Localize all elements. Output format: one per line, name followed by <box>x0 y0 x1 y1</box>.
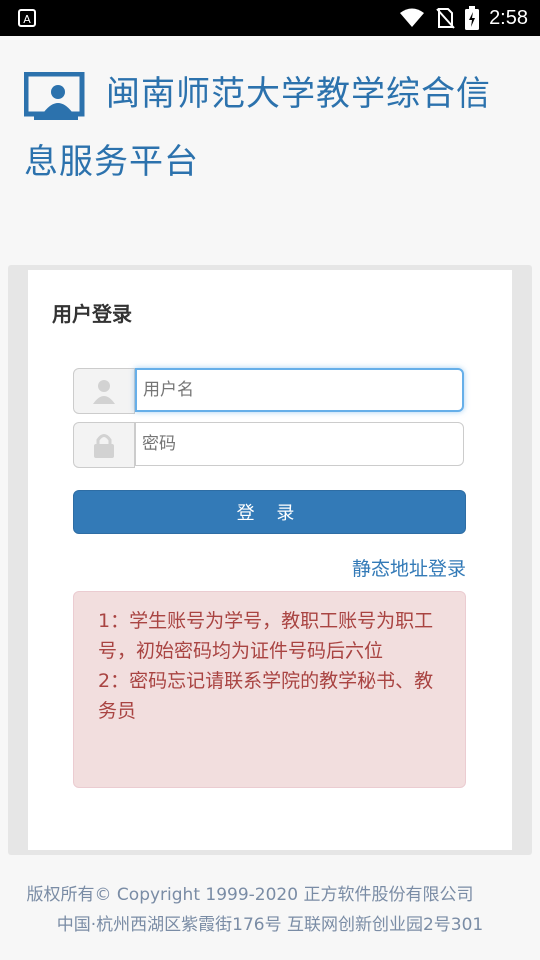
login-title: 用户登录 <box>52 302 132 326</box>
status-bar: A 2:58 <box>0 0 540 36</box>
user-icon <box>73 368 135 414</box>
a-icon: A <box>18 9 36 27</box>
password-input[interactable] <box>135 422 464 466</box>
username-input[interactable] <box>135 368 464 412</box>
footer-address: 中国·杭州西湖区紫霞街176号 互联网创新创业园2号301 <box>56 915 484 935</box>
password-group <box>73 422 466 468</box>
svg-text:A: A <box>23 13 31 26</box>
page-title: 闽南师范大学教学综合信息服务平台 <box>24 74 491 182</box>
notice-alert: 1：学生账号为学号，教职工账号为职工号，初始密码均为证件号码后六位 2：密码忘记… <box>73 591 466 788</box>
login-button[interactable]: 登 录 <box>73 490 466 534</box>
no-sim-icon <box>436 8 455 29</box>
battery-icon <box>465 6 480 30</box>
status-time: 2:58 <box>489 6 528 29</box>
notice-line: 2：密码忘记请联系学院的教学秘书、教务员 <box>98 670 434 722</box>
lock-icon <box>73 422 135 468</box>
wifi-icon <box>400 8 425 27</box>
notice-line: 1：学生账号为学号，教职工账号为职工号，初始密码均为证件号码后六位 <box>98 610 434 662</box>
static-login-link[interactable]: 静态地址登录 <box>352 554 466 581</box>
footer-copyright: 版权所有© Copyright 1999-2020 正方软件股份有限公司 <box>26 885 474 905</box>
username-group <box>73 368 466 414</box>
